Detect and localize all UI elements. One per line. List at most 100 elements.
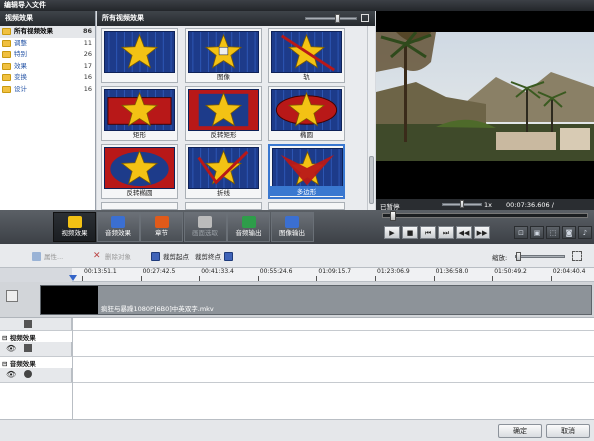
thumbnail-size-slider[interactable] (305, 17, 357, 20)
properties-label: 属性... (44, 253, 64, 261)
maximize-icon[interactable] (361, 14, 369, 22)
volume-icon[interactable]: ♪ (578, 226, 592, 239)
effect-tile[interactable] (101, 28, 178, 83)
category-panel-header: 视频效果 (0, 11, 95, 26)
snapshot-icon[interactable]: ◙ (562, 226, 576, 239)
folder-icon (2, 74, 11, 82)
folder-icon (2, 51, 11, 59)
fit-timeline-icon[interactable] (572, 251, 582, 261)
cut-start-label: 裁剪起点 (163, 253, 189, 261)
video-track-icon (6, 290, 18, 302)
effect-label: 反转椭圆 (126, 189, 153, 197)
cancel-button[interactable]: 取消 (546, 424, 590, 438)
effect-tile[interactable]: 反转矩形 (185, 86, 262, 141)
category-item[interactable]: 变换 16 (0, 72, 95, 84)
category-label: 所有视频效果 (14, 27, 53, 35)
subtitle-track-icon (24, 320, 32, 328)
effect-thumbnail (104, 147, 175, 189)
seek-bar[interactable] (382, 211, 588, 221)
rewind-button[interactable]: ◀◀ (456, 226, 472, 239)
playhead-marker[interactable] (69, 275, 77, 281)
video-effects-section[interactable]: ⊟ 视频效果 (2, 332, 36, 342)
visibility-icon[interactable]: 👁 (6, 344, 16, 353)
effect-label: 图像 (217, 73, 230, 81)
crop-icon (198, 216, 212, 228)
category-item[interactable]: 所有视频效果 86 (0, 26, 95, 38)
audio-output-icon (241, 216, 256, 228)
effect-tile[interactable] (101, 202, 178, 210)
ruler-tick-label: 01:09:15.7 (318, 268, 352, 275)
category-item[interactable]: 设计 16 (0, 84, 95, 96)
effect-tile[interactable]: 多边形 (268, 144, 345, 199)
zoom-slider[interactable] (515, 255, 565, 258)
track-divider (0, 382, 594, 383)
thumbnail-size-slider-knob[interactable] (335, 14, 340, 23)
ruler-tick-label: 00:41:33.4 (201, 268, 234, 275)
category-item[interactable]: 效果 17 (0, 61, 95, 73)
fullscreen-icon[interactable]: ⬚ (546, 226, 560, 239)
ruler-tick (257, 276, 259, 281)
toolbar-button[interactable]: 音频效果 (96, 212, 140, 242)
ruler-tick-label: 00:27:42.5 (142, 268, 176, 275)
category-label: 效果 (14, 61, 27, 70)
cut-start-button[interactable]: 裁剪起点 (151, 250, 189, 262)
video-frame (376, 32, 594, 161)
category-count: 11 (83, 38, 92, 47)
next-frame-button[interactable]: ⏭ (438, 226, 454, 239)
toolbar-button[interactable]: 图像输出 (270, 212, 314, 242)
effects-panel: 所有视频效果 图像 轨矩形 反转矩形 椭圆 反转椭圆 折线 多边形 (97, 11, 375, 210)
effect-tile[interactable]: 椭圆 (268, 86, 345, 141)
toolbar-button[interactable]: 视频效果 (53, 212, 96, 242)
audio-effects-section[interactable]: ⊟ 音频效果 (2, 358, 36, 368)
visibility-icon[interactable]: 👁 (6, 370, 16, 379)
collapse-icon[interactable]: ⊟ (2, 360, 10, 368)
cut-end-button[interactable]: 裁剪终点 (195, 250, 233, 262)
toolbar-button-label: 视频效果 (61, 229, 88, 237)
properties-button[interactable]: 属性... (32, 250, 63, 262)
folder-icon (2, 28, 11, 36)
effect-thumbnail (104, 89, 175, 131)
aspect-ratio-icon[interactable]: ⊡ (514, 226, 528, 239)
ok-button[interactable]: 确定 (498, 424, 542, 438)
fast-forward-button[interactable]: ▶▶ (474, 226, 490, 239)
compare-icon[interactable]: ▣ (530, 226, 544, 239)
collapse-icon[interactable]: ⊟ (2, 334, 10, 342)
effect-tile[interactable]: 轨 (268, 28, 345, 83)
timeline-ruler[interactable]: 00:13:51.1 00:27:42.5 00:41:33.4 00:55:24.6… (72, 268, 594, 282)
effect-tile[interactable]: 图像 (185, 28, 262, 83)
previous-frame-button[interactable]: ⏮ (420, 226, 436, 239)
ruler-tick-label: 01:36:58.0 (435, 268, 469, 275)
playback-info-bar: 已暂停 1x 00:07:36.606 / 02:10:05.310 (376, 199, 594, 217)
toolbar-button[interactable]: 画面选取 (183, 212, 227, 242)
effect-tile[interactable]: 折线 (185, 144, 262, 199)
effect-tile[interactable]: 矩形 (101, 86, 178, 141)
effect-tile[interactable] (185, 202, 262, 210)
window-title: 编辑导入文件 (0, 0, 594, 11)
seek-bar-knob[interactable] (390, 211, 396, 221)
effect-label: 多边形 (270, 186, 343, 196)
toolbar-button-label: 画面选取 (192, 229, 218, 237)
video-preview (376, 11, 594, 210)
effects-scrollbar[interactable] (367, 26, 375, 210)
category-label: 变换 (14, 73, 27, 81)
audio-track-icon (24, 370, 32, 378)
category-item[interactable]: 调整 11 (0, 38, 95, 50)
speed-slider-knob[interactable] (460, 200, 464, 208)
ruler-tick (82, 276, 83, 281)
zoom-slider-knob[interactable] (516, 252, 521, 261)
play-button[interactable]: ▶ (384, 226, 400, 239)
stop-button[interactable]: ■ (402, 226, 418, 239)
toolbar-button[interactable]: 章节 (140, 212, 183, 242)
clip-name: 疯狂与暴躁1080P]6B0]中英双字.mkv (101, 305, 214, 313)
effect-tile[interactable] (268, 202, 345, 210)
effect-label: 矩形 (133, 131, 146, 139)
toolbar-button[interactable]: 音频输出 (227, 212, 270, 242)
effects-scrollbar-thumb[interactable] (369, 156, 374, 204)
delete-button[interactable]: ✕ 删除对象 (93, 250, 131, 262)
delete-icon: ✕ (93, 250, 101, 261)
effect-thumbnail (271, 89, 342, 131)
video-clip[interactable]: 疯狂与暴躁1080P]6B0]中英双字.mkv (40, 285, 592, 315)
effect-tile[interactable]: 反转椭圆 (101, 144, 178, 199)
category-item[interactable]: 特别 26 (0, 49, 95, 61)
ruler-tick (375, 276, 376, 281)
